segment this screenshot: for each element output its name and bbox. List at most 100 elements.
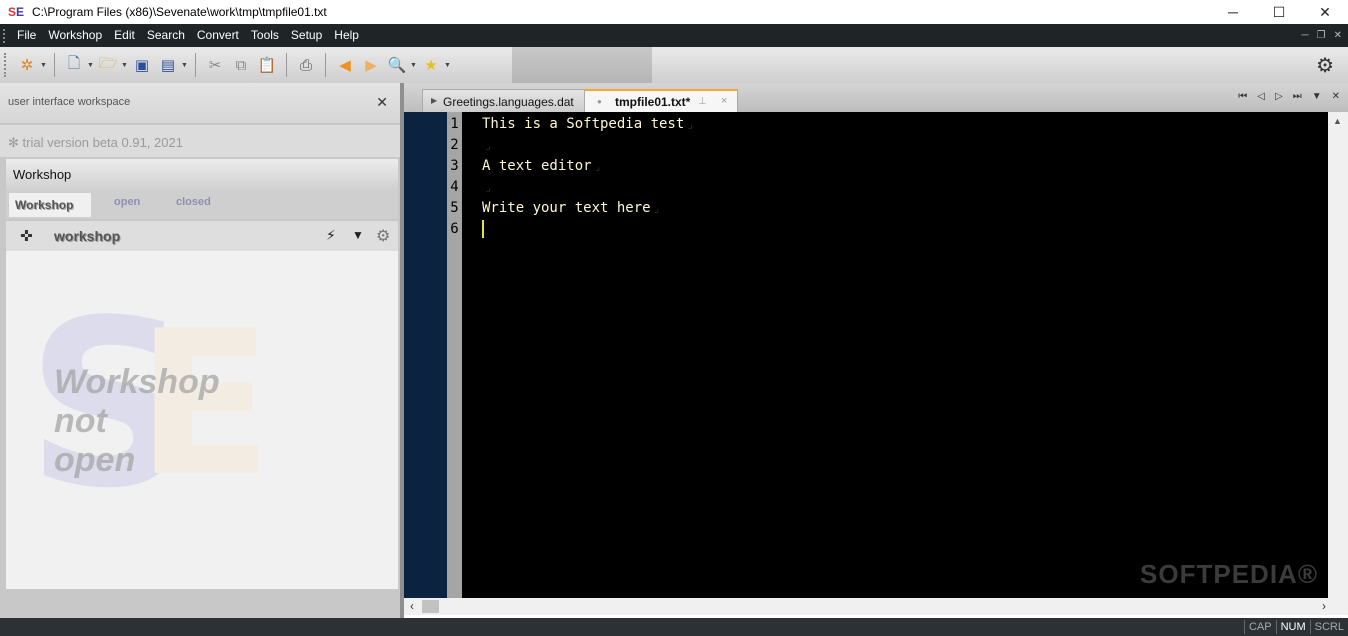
menu-file[interactable]: File xyxy=(11,24,42,47)
open-folder-icon[interactable]: 🗁 xyxy=(97,54,119,76)
next-tab-icon[interactable]: ▷ xyxy=(1275,91,1283,102)
paste-icon[interactable]: 📋 xyxy=(256,54,278,76)
tools-icon[interactable]: ✲ xyxy=(16,54,38,76)
code-line: This is a Softpedia test ⌟ xyxy=(482,114,693,135)
menu-convert[interactable]: Convert xyxy=(191,24,245,47)
toolbar-spacer xyxy=(512,47,652,83)
tab-closed[interactable]: closed xyxy=(176,196,211,208)
workshop-tabs: Workshop open closed xyxy=(6,191,398,219)
code-line: ⌟ xyxy=(482,177,693,198)
close-button[interactable]: ✕ xyxy=(1302,0,1348,24)
workspace-panel-title: user interface workspace xyxy=(8,96,131,108)
lightning-icon[interactable]: ⚡ xyxy=(326,227,336,244)
separator xyxy=(325,53,326,77)
tab-tmpfile[interactable]: ● tmpfile01.txt* ⊥ × xyxy=(584,89,738,112)
panel-close-icon[interactable]: ✕ xyxy=(376,94,388,111)
menu-setup[interactable]: Setup xyxy=(285,24,328,47)
new-dropdown-icon[interactable]: ▼ xyxy=(87,62,95,69)
tools-dropdown-icon[interactable]: ▼ xyxy=(40,62,48,69)
title-bar: SE C:\Program Files (x86)\Sevenate\work\… xyxy=(0,0,1348,24)
favorites-dropdown-icon[interactable]: ▼ xyxy=(444,62,452,69)
workspace-panel-header: user interface workspace ✕ xyxy=(0,83,400,123)
eol-marker: ⌟ xyxy=(485,141,492,152)
code-line: Write your text here ⌟ xyxy=(482,198,693,219)
close-editor-icon[interactable]: ✕ xyxy=(1332,91,1340,102)
copy-icon[interactable]: ⧉ xyxy=(230,54,252,76)
watermark-line: open xyxy=(54,441,136,479)
trial-text: ✻ trial version beta 0.91, 2021 xyxy=(8,135,183,150)
mdi-minimize-icon[interactable]: ─ xyxy=(1302,30,1309,41)
text-editor[interactable]: 1 2 3 4 5 6 This is a Softpedia test ⌟ ⌟ … xyxy=(404,112,1348,598)
code-area[interactable]: This is a Softpedia test ⌟ ⌟ A text edito… xyxy=(482,114,693,240)
line-number: 3 xyxy=(450,158,459,174)
save-all-icon[interactable]: ▤ xyxy=(157,54,179,76)
first-tab-icon[interactable]: ⏮ xyxy=(1238,91,1247,102)
modified-dot-icon: ● xyxy=(597,97,602,106)
scroll-up-icon[interactable]: ▲ xyxy=(1333,116,1342,126)
tab-navigation: ⏮ ◁ ▷ ⏭ ▼ ✕ xyxy=(1238,91,1340,102)
code-line-text: Write your text here xyxy=(482,200,651,216)
menu-edit[interactable]: Edit xyxy=(108,24,141,47)
search-icon[interactable]: 🔍 xyxy=(386,54,408,76)
toolbar: ✲ ▼ 🗋 ▼ 🗁 ▼ ▣ ▤ ▼ ✂ ⧉ 📋 ⎙ ◀ ▶ 🔍 ▼ ★ ▼ ⚙ xyxy=(0,47,1348,83)
minimize-button[interactable]: ─ xyxy=(1210,0,1256,24)
watermark-line: not xyxy=(54,402,107,440)
settings-icon[interactable]: ⚙ xyxy=(1316,53,1334,78)
code-line-text: A text editor xyxy=(482,158,592,174)
mdi-restore-icon[interactable]: ❐ xyxy=(1317,30,1326,41)
workshop-title-label: Workshop xyxy=(13,167,72,182)
menu-search[interactable]: Search xyxy=(141,24,191,47)
watermark-line: Workshop xyxy=(54,363,220,401)
last-tab-icon[interactable]: ⏭ xyxy=(1293,91,1302,102)
scroll-right-icon[interactable]: › xyxy=(1322,599,1326,613)
menu-help[interactable]: Help xyxy=(328,24,365,47)
toolbar-grip-icon xyxy=(4,53,8,77)
cut-icon[interactable]: ✂ xyxy=(204,54,226,76)
separator xyxy=(195,53,196,77)
tab-greetings[interactable]: ▶ Greetings.languages.dat xyxy=(422,89,598,112)
tab-workshop[interactable]: Workshop xyxy=(9,193,91,217)
scroll-thumb[interactable] xyxy=(422,600,439,613)
maximize-button[interactable]: ☐ xyxy=(1256,0,1302,24)
grip-icon xyxy=(3,28,11,43)
code-line: A text editor ⌟ xyxy=(482,156,693,177)
separator xyxy=(286,53,287,77)
eol-marker: ⌟ xyxy=(485,183,492,194)
eol-marker: ⌟ xyxy=(594,162,601,173)
menu-tools[interactable]: Tools xyxy=(245,24,285,47)
prev-tab-icon[interactable]: ◁ xyxy=(1257,91,1265,102)
forward-icon[interactable]: ▶ xyxy=(360,54,382,76)
back-icon[interactable]: ◀ xyxy=(334,54,356,76)
workshop-icon: ✜ xyxy=(20,228,33,245)
search-dropdown-icon[interactable]: ▼ xyxy=(410,62,418,69)
vertical-scrollbar[interactable]: ▲ xyxy=(1328,112,1348,598)
line-number: 2 xyxy=(450,137,459,153)
mdi-close-icon[interactable]: ✕ xyxy=(1334,30,1342,41)
editor-margin xyxy=(404,112,447,598)
horizontal-scrollbar[interactable]: ‹ › xyxy=(404,598,1348,615)
workshop-body: ✜ workshop ⚡ ▼ ⚙ S E Workshop not open xyxy=(6,221,398,589)
eol-marker: ⌟ xyxy=(653,204,660,215)
print-icon[interactable]: ⎙ xyxy=(295,54,317,76)
dropdown-icon[interactable]: ▼ xyxy=(352,228,364,242)
save-dropdown-icon[interactable]: ▼ xyxy=(181,62,189,69)
workshop-section-title: Workshop xyxy=(6,159,398,191)
num-lock-indicator: NUM xyxy=(1275,620,1310,634)
workshop-row[interactable]: ✜ workshop ⚡ ▼ ⚙ xyxy=(6,221,398,251)
open-dropdown-icon[interactable]: ▼ xyxy=(121,62,129,69)
pin-icon[interactable]: ⊥ xyxy=(698,96,707,107)
menu-workshop[interactable]: Workshop xyxy=(42,24,108,47)
line-number: 5 xyxy=(450,200,459,216)
scroll-left-icon[interactable]: ‹ xyxy=(410,599,414,613)
separator xyxy=(54,53,55,77)
gear-icon[interactable]: ⚙ xyxy=(376,226,390,246)
workshop-watermark: S E Workshop not open xyxy=(26,291,286,531)
tab-close-icon[interactable]: × xyxy=(721,95,727,107)
tab-label: Greetings.languages.dat xyxy=(443,95,574,109)
tab-label: tmpfile01.txt* xyxy=(615,95,691,109)
tab-open[interactable]: open xyxy=(114,196,140,208)
tab-list-icon[interactable]: ▼ xyxy=(1312,91,1322,102)
favorites-icon[interactable]: ★ xyxy=(420,54,442,76)
save-icon[interactable]: ▣ xyxy=(131,54,153,76)
new-file-icon[interactable]: 🗋 xyxy=(63,54,85,76)
